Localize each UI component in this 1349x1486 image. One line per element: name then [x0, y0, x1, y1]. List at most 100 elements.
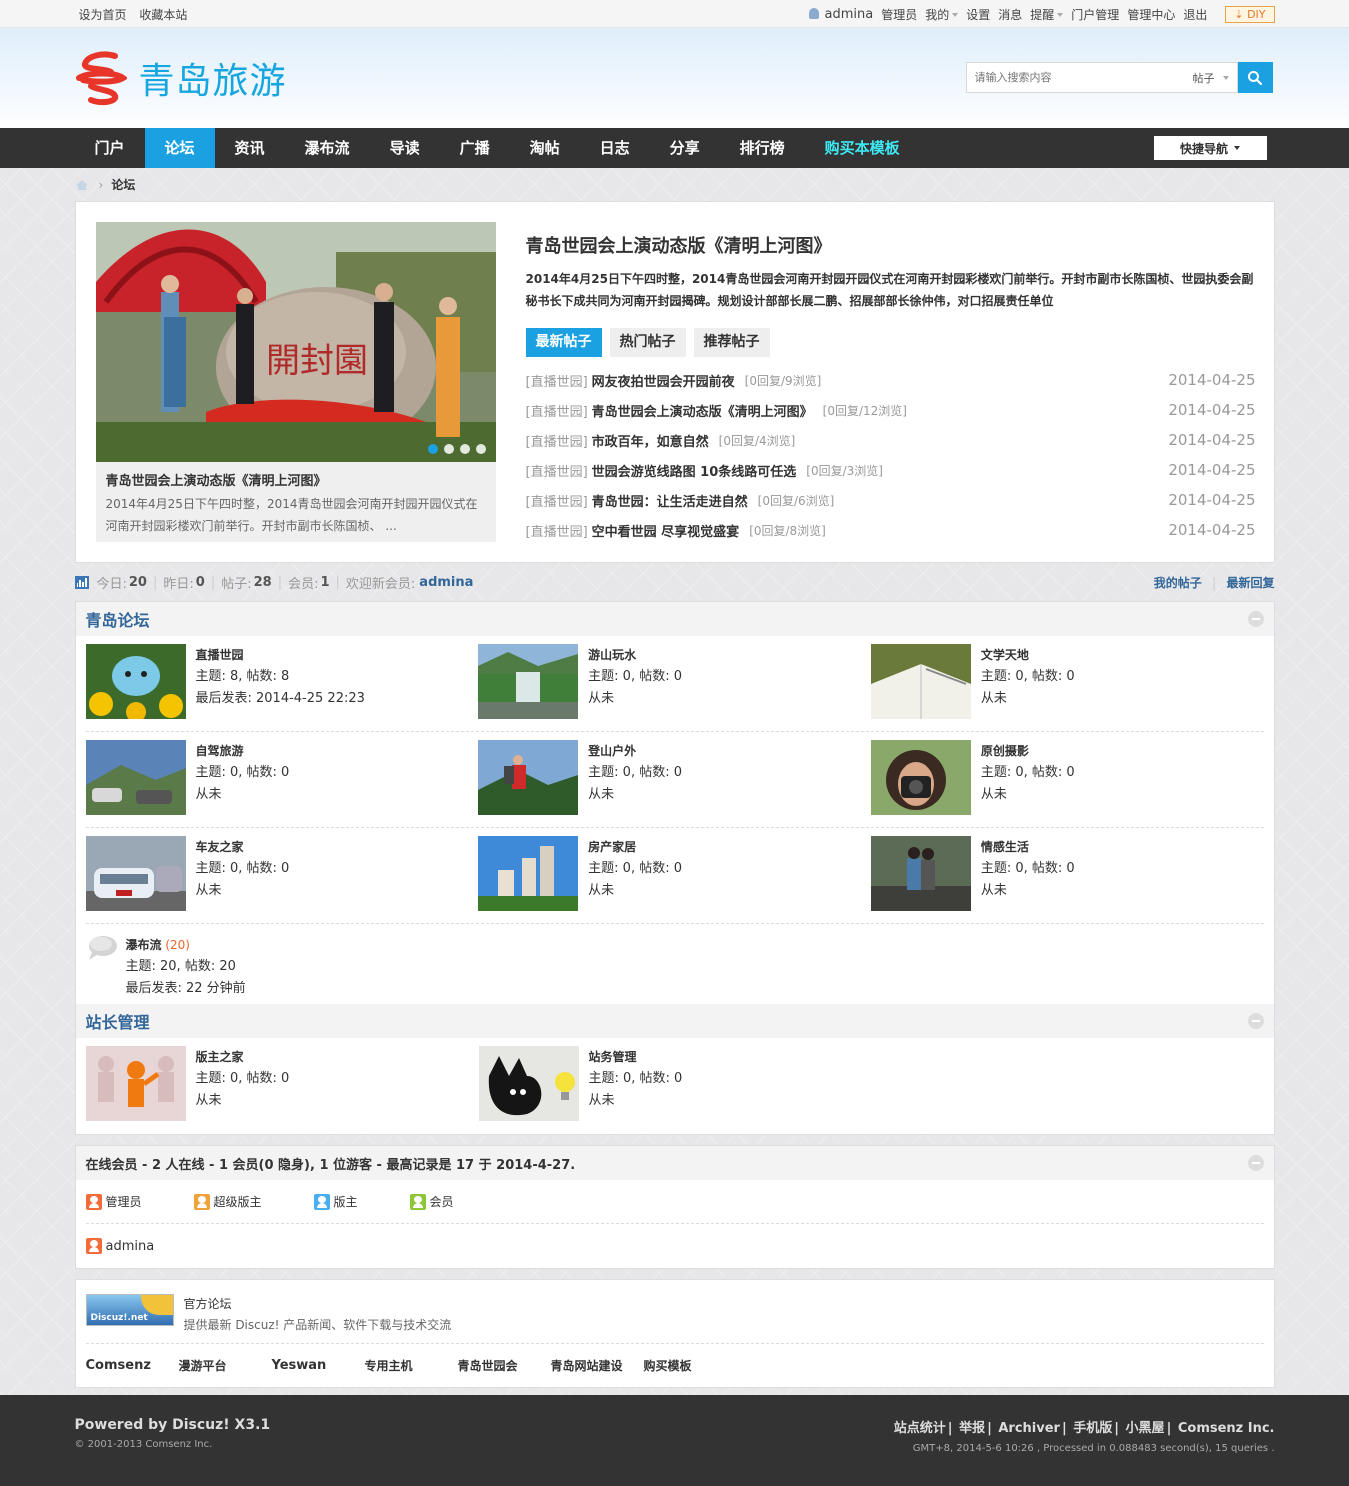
tab-latest[interactable]: 最新帖子: [525, 328, 602, 357]
footer-link-comsenz[interactable]: Comsenz Inc.: [1178, 1421, 1275, 1436]
link-expo[interactable]: 青岛世园会: [458, 1357, 551, 1374]
nav-buy-template[interactable]: 购买本模板: [805, 128, 920, 168]
quick-nav-button[interactable]: 快捷导航: [1153, 136, 1267, 160]
discuz-logo[interactable]: Discuz!.net: [85, 1294, 174, 1326]
slide-dot[interactable]: [427, 444, 438, 454]
post-category[interactable]: [直播世园]: [526, 491, 588, 510]
forum-name[interactable]: 房产家居: [588, 836, 682, 858]
forum-thumbnail[interactable]: [85, 836, 186, 911]
logout-link[interactable]: 退出: [1183, 6, 1207, 23]
nav-forum[interactable]: 论坛: [144, 128, 215, 168]
admin-center-link[interactable]: 管理中心: [1127, 6, 1175, 23]
forum-last[interactable]: 最后发表: 2014-4-25 22:23: [196, 688, 365, 710]
nav-ranking[interactable]: 排行榜: [720, 128, 805, 168]
search-type-select[interactable]: 帖子: [1193, 70, 1229, 86]
latest-reply-link[interactable]: 最新回复: [1226, 576, 1274, 590]
tab-recommended[interactable]: 推荐帖子: [693, 328, 770, 357]
site-logo[interactable]: 青岛旅游: [75, 50, 287, 106]
powered-by[interactable]: Powered by Discuz! X3.1: [75, 1417, 271, 1433]
featured-title[interactable]: 青岛世园会上演动态版《清明上河图》: [526, 232, 1256, 258]
set-homepage-link[interactable]: 设为首页: [79, 8, 127, 22]
link-yeswan[interactable]: Yeswan: [272, 1358, 365, 1373]
nav-broadcast[interactable]: 广播: [440, 128, 510, 168]
settings-link[interactable]: 设置: [966, 6, 990, 23]
notify-menu[interactable]: 提醒: [1030, 6, 1064, 23]
post-category[interactable]: [直播世园]: [526, 401, 588, 420]
portal-admin-link[interactable]: 门户管理: [1071, 6, 1119, 23]
admin-link[interactable]: 管理员: [881, 6, 917, 23]
forum-last[interactable]: 最后发表: 22 分钟前: [126, 978, 246, 1000]
link-comsenz[interactable]: Comsenz: [86, 1358, 179, 1373]
my-posts-link[interactable]: 我的帖子: [1154, 576, 1202, 590]
forum-thumbnail[interactable]: [478, 1046, 579, 1121]
bookmark-link[interactable]: 收藏本站: [139, 8, 187, 22]
forum-name[interactable]: 原创摄影: [981, 740, 1075, 762]
search-button[interactable]: [1237, 62, 1273, 93]
nav-guide[interactable]: 导读: [370, 128, 440, 168]
forum-name[interactable]: 站务管理: [589, 1046, 683, 1068]
forum-name[interactable]: 版主之家: [196, 1046, 290, 1068]
diy-button[interactable]: ⇣ DIY: [1225, 5, 1275, 23]
slide-dot[interactable]: [459, 444, 470, 454]
post-category[interactable]: [直播世园]: [526, 461, 588, 480]
forum-name[interactable]: 车友之家: [196, 836, 290, 858]
post-category[interactable]: [直播世园]: [526, 431, 588, 450]
collapse-icon[interactable]: [1247, 1155, 1264, 1171]
nav-waterfall[interactable]: 瀑布流: [285, 128, 370, 168]
link-hosting[interactable]: 专用主机: [365, 1357, 458, 1374]
link-manyou[interactable]: 漫游平台: [179, 1357, 272, 1374]
footer-link-archiver[interactable]: Archiver: [998, 1421, 1060, 1436]
forum-thumbnail[interactable]: [478, 836, 579, 911]
forum-thumbnail[interactable]: [478, 740, 579, 815]
home-icon[interactable]: [75, 179, 89, 191]
forum-name[interactable]: 登山户外: [588, 740, 682, 762]
slide-image[interactable]: 開封園: [95, 222, 496, 462]
forum-thumbnail[interactable]: [85, 1046, 186, 1121]
breadcrumb-current[interactable]: 论坛: [111, 176, 135, 193]
forum-thumbnail[interactable]: [85, 644, 186, 719]
post-title[interactable]: 青岛世园会上演动态版《清明上河图》: [592, 401, 813, 420]
forum-thumbnail[interactable]: [478, 644, 579, 719]
forum-name[interactable]: 游山玩水: [588, 644, 682, 666]
nav-news[interactable]: 资讯: [215, 128, 285, 168]
newest-member-link[interactable]: admina: [419, 575, 473, 590]
my-menu[interactable]: 我的: [925, 6, 959, 23]
online-user[interactable]: admina: [85, 1238, 154, 1254]
collapse-icon[interactable]: [1247, 611, 1264, 627]
username-link[interactable]: admina: [808, 7, 873, 22]
link-name[interactable]: 官方论坛: [184, 1294, 452, 1315]
category-title[interactable]: 站长管理: [86, 1009, 150, 1033]
forum-thumbnail[interactable]: [870, 740, 971, 815]
forum-name[interactable]: 文学天地: [981, 644, 1075, 666]
forum-thumbnail[interactable]: [870, 836, 971, 911]
forum-thumbnail[interactable]: [870, 644, 971, 719]
link-buy-template[interactable]: 购买模板: [644, 1357, 737, 1374]
post-title[interactable]: 网友夜拍世园会开园前夜: [592, 371, 735, 390]
category-title[interactable]: 青岛论坛: [86, 607, 150, 631]
forum-thumbnail[interactable]: [85, 740, 186, 815]
nav-blog[interactable]: 日志: [580, 128, 650, 168]
forum-name[interactable]: 瀑布流: [126, 938, 162, 952]
slide-title[interactable]: 青岛世园会上演动态版《清明上河图》: [96, 462, 496, 493]
collapse-icon[interactable]: [1247, 1013, 1264, 1029]
nav-collection[interactable]: 淘帖: [510, 128, 580, 168]
post-title[interactable]: 世园会游览线路图 10条线路可任选: [592, 461, 797, 480]
footer-link-report[interactable]: 举报: [959, 1421, 985, 1436]
online-summary[interactable]: 在线会员 - 2 人在线 - 1 会员(0 隐身), 1 位游客 - 最高记录是…: [86, 1154, 576, 1173]
footer-link-mobile[interactable]: 手机版: [1073, 1421, 1112, 1436]
tab-hot[interactable]: 热门帖子: [609, 328, 686, 357]
nav-portal[interactable]: 门户: [75, 128, 145, 168]
post-title[interactable]: 市政百年，如意自然: [592, 431, 709, 450]
post-category[interactable]: [直播世园]: [526, 521, 588, 540]
search-input[interactable]: [974, 71, 1155, 84]
footer-link-blacklist[interactable]: 小黑屋: [1126, 1421, 1165, 1436]
slide-dot[interactable]: [475, 444, 486, 454]
slide-dot[interactable]: [443, 444, 454, 454]
footer-link-stats[interactable]: 站点统计: [894, 1421, 946, 1436]
post-title[interactable]: 青岛世园：让生活走进自然: [592, 491, 748, 510]
forum-name[interactable]: 直播世园: [196, 644, 365, 666]
messages-link[interactable]: 消息: [998, 6, 1022, 23]
forum-name[interactable]: 自驾旅游: [196, 740, 290, 762]
link-webdev[interactable]: 青岛网站建设: [551, 1357, 644, 1374]
forum-name[interactable]: 情感生活: [981, 836, 1075, 858]
